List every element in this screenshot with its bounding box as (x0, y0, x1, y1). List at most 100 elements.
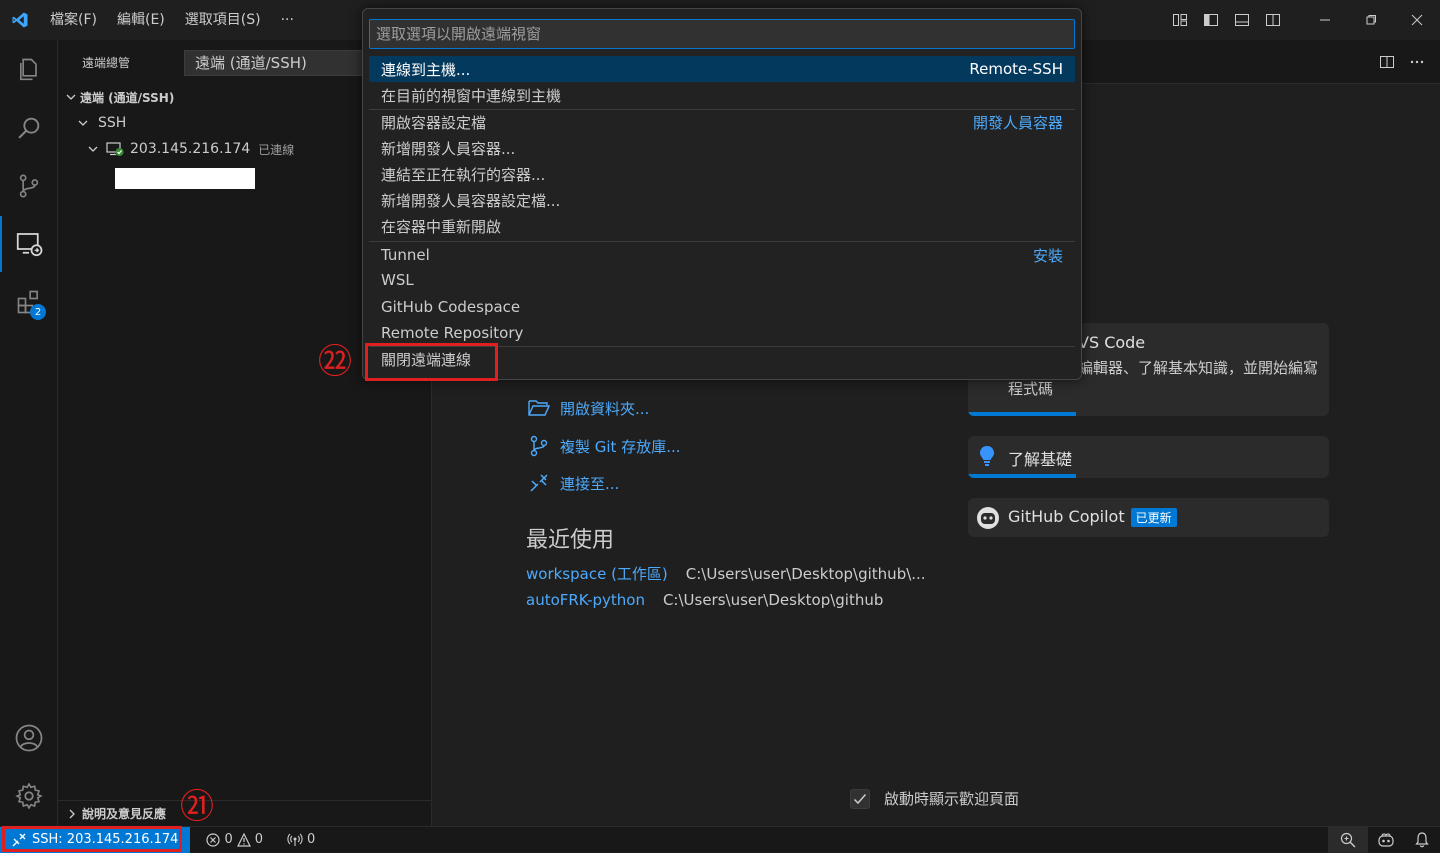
connect-to-link[interactable]: 連接至... (526, 469, 619, 497)
menu-edit[interactable]: 編輯(E) (107, 0, 175, 40)
host-status: 已連線 (258, 142, 295, 157)
qp-item-label: 連結至正在執行的容器... (381, 165, 546, 184)
extensions-icon[interactable]: 2 (0, 276, 58, 328)
remote-section-header[interactable]: 遠端 (通道/SSH) (62, 86, 174, 108)
activity-bar: 2 (0, 40, 58, 826)
walkthrough-vscode-desc-2: 程式碼 (1008, 380, 1054, 398)
remote-explorer-icon[interactable] (0, 218, 58, 270)
ports-status[interactable]: 0 (281, 832, 321, 847)
qp-item-label: 新增開發人員容器設定檔... (381, 191, 561, 210)
folder-open-icon (526, 399, 552, 417)
walkthrough-copilot-title: GitHub Copilot (1008, 507, 1125, 526)
clone-repo-label: 複製 Git 存放庫... (560, 437, 681, 456)
open-folder-link[interactable]: 開啟資料夾... (526, 394, 649, 422)
qp-item-connect-current-window[interactable]: 在目前的視窗中連線到主機 (369, 82, 1075, 108)
menu-more[interactable]: ··· (271, 0, 304, 40)
toggle-panel-icon[interactable] (1226, 0, 1257, 40)
show-on-startup-label: 啟動時顯示歡迎頁面 (884, 790, 1020, 808)
status-bar-right (1328, 827, 1440, 853)
clone-repo-link[interactable]: 複製 Git 存放庫... (526, 432, 681, 460)
zoom-icon[interactable] (1328, 827, 1368, 853)
qp-item-new-dev-container[interactable]: 新增開發人員容器... (369, 135, 1075, 161)
connected-host-icon (104, 141, 126, 157)
qp-item-reopen-in-container[interactable]: 在容器中重新開啟 (369, 213, 1075, 239)
qp-item-wsl[interactable]: WSL (369, 267, 1075, 293)
status-bar: SSH: 203.145.216.174 0 0 0 (0, 826, 1440, 853)
connect-to-label: 連接至... (560, 474, 620, 493)
remote-section-title: 遠端 (通道/SSH) (80, 90, 175, 105)
split-editor-icon[interactable] (1372, 48, 1402, 76)
warning-count: 0 (254, 832, 264, 847)
editor-actions (1372, 48, 1432, 76)
updated-badge: 已更新 (1130, 508, 1177, 527)
qp-item-detail: Remote-SSH (969, 60, 1063, 78)
notifications-bell-icon[interactable] (1404, 827, 1440, 853)
walkthrough-basics-card[interactable]: 了解基礎 (968, 436, 1329, 478)
problems-status[interactable]: 0 0 (200, 832, 269, 847)
walkthrough-vscode-desc: 編輯器、了解基本知識，並開始編寫 (1078, 359, 1319, 377)
tree-item-ssh[interactable]: SSH (72, 112, 126, 134)
quick-pick-input[interactable]: 選取選項以開啟遠端視窗 (369, 19, 1075, 49)
explorer-icon[interactable] (0, 44, 58, 96)
walkthrough-copilot-card[interactable]: GitHub Copilot 已更新 (968, 498, 1329, 537)
show-on-startup-checkbox[interactable] (850, 788, 870, 809)
tree-item-host[interactable]: 203.145.216.174 已連線 (82, 138, 294, 160)
qp-item-open-container-config[interactable]: 開啟容器設定檔 開發人員容器 (369, 109, 1075, 135)
menu-file[interactable]: 檔案(F) (40, 0, 107, 40)
qp-item-label: WSL (381, 271, 414, 289)
search-icon[interactable] (0, 102, 58, 154)
copilot-status-icon[interactable] (1368, 827, 1404, 853)
error-count: 0 (224, 832, 233, 847)
qp-item-connect-host[interactable]: 連線到主機... Remote-SSH (369, 56, 1075, 82)
show-on-startup-row: 啟動時顯示歡迎頁面 (850, 788, 1019, 809)
close-icon[interactable] (1394, 0, 1440, 40)
accounts-icon[interactable] (0, 712, 58, 764)
lightbulb-icon (978, 445, 996, 471)
chevron-down-icon (72, 117, 94, 129)
qp-item-attach-running-container[interactable]: 連結至正在執行的容器... (369, 161, 1075, 187)
recent-item-name[interactable]: autoFRK-python (526, 591, 645, 609)
qp-item-detail: 開發人員容器 (972, 113, 1063, 132)
git-branch-icon (526, 435, 552, 457)
customize-layout-icon[interactable] (1164, 0, 1195, 40)
more-actions-icon[interactable] (1402, 48, 1432, 76)
qp-item-detail: 安裝 (1032, 246, 1063, 265)
source-control-icon[interactable] (0, 160, 58, 212)
remote-connect-icon (526, 473, 552, 493)
walkthrough-basics-progress (968, 474, 1077, 478)
walkthrough-vscode-progress (968, 412, 1077, 416)
chevron-right-icon (64, 808, 80, 820)
open-folder-label: 開啟資料夾... (560, 399, 650, 418)
recent-item: autoFRK-python C:\Users\user\Desktop\gith… (526, 591, 883, 609)
chevron-down-icon (62, 91, 80, 103)
host-address: 203.145.216.174 (130, 141, 251, 157)
broadcast-icon (287, 833, 303, 847)
remote-type-select[interactable]: 遠端 (通道/SSH) (184, 50, 384, 76)
help-feedback-section[interactable]: 說明及意見反應 (58, 800, 431, 826)
remote-quick-pick: 選取選項以開啟遠端視窗 連線到主機... Remote-SSH 在目前的視窗中連… (362, 8, 1082, 380)
menu-selection[interactable]: 選取項目(S) (175, 0, 271, 40)
vscode-logo-icon (0, 0, 40, 40)
chevron-down-icon (82, 143, 104, 155)
toggle-secondary-sidebar-icon[interactable] (1257, 0, 1288, 40)
recent-item-name[interactable]: workspace (工作區) (526, 565, 668, 583)
recent-item-path: C:\Users\user\Desktop\github\... (685, 565, 926, 583)
qp-item-add-dev-container-config[interactable]: 新增開發人員容器設定檔... (369, 187, 1075, 213)
annotation-highlight-remote-indicator (2, 826, 182, 852)
qp-item-label: Tunnel (381, 246, 430, 264)
recent-item-path: C:\Users\user\Desktop\github (662, 591, 884, 609)
walkthrough-vscode-title: VS Code (1078, 333, 1146, 352)
minimize-icon[interactable] (1302, 0, 1348, 40)
extensions-badge: 2 (30, 304, 46, 320)
qp-item-tunnel[interactable]: Tunnel 安裝 (369, 242, 1075, 268)
qp-item-github-codespace[interactable]: GitHub Codespace (369, 294, 1075, 320)
restore-icon[interactable] (1348, 0, 1394, 40)
manage-gear-icon[interactable] (0, 770, 58, 822)
recent-item: workspace (工作區) C:\Users\user\Desktop\git… (526, 563, 926, 584)
help-feedback-title: 說明及意見反應 (82, 807, 167, 821)
toggle-primary-sidebar-icon[interactable] (1195, 0, 1226, 40)
annotation-number-22: ㉒ (318, 342, 352, 382)
qp-item-label: 連線到主機... (381, 60, 471, 79)
walkthrough-basics-title: 了解基礎 (1008, 450, 1073, 469)
error-icon (206, 832, 221, 847)
